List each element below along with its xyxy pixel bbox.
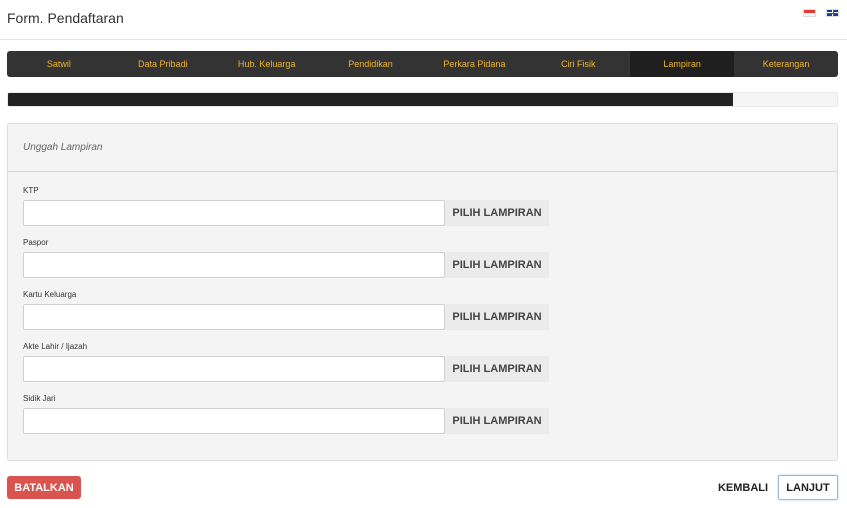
field-label-sidik-jari: Sidik Jari: [23, 394, 56, 403]
field-ktp: KTP PILIH LAMPIRAN: [23, 186, 549, 226]
tab-ciri-fisik[interactable]: Ciri Fisik: [526, 51, 630, 77]
next-button[interactable]: LANJUT: [778, 475, 838, 500]
progress-bar-fill: [8, 93, 734, 106]
field-label-paspor: Paspor: [23, 238, 49, 247]
language-switcher: [803, 9, 839, 17]
panel-heading: Unggah Lampiran: [8, 124, 837, 172]
pick-ktp-button[interactable]: PILIH LAMPIRAN: [445, 200, 549, 226]
cancel-button[interactable]: BATALKAN: [7, 476, 81, 499]
page-title: Form. Pendaftaran: [7, 10, 124, 26]
field-label-akte-lahir: Akte Lahir / Ijazah: [23, 342, 88, 351]
kartu-keluarga-file-input[interactable]: [23, 304, 445, 330]
panel-title: Unggah Lampiran: [23, 142, 103, 153]
tab-lampiran[interactable]: Lampiran: [630, 51, 735, 77]
field-sidik-jari: Sidik Jari PILIH LAMPIRAN: [23, 394, 549, 434]
field-label-kartu-keluarga: Kartu Keluarga: [23, 290, 77, 299]
page-header: Form. Pendaftaran: [0, 0, 847, 40]
pick-sidik-jari-button[interactable]: PILIH LAMPIRAN: [445, 408, 549, 434]
back-button[interactable]: KEMBALI: [712, 476, 774, 499]
tab-keterangan[interactable]: Keterangan: [734, 51, 838, 77]
attachment-panel: Unggah Lampiran KTP PILIH LAMPIRAN Paspo…: [7, 123, 838, 461]
akte-lahir-file-input[interactable]: [23, 356, 445, 382]
pick-akte-lahir-button[interactable]: PILIH LAMPIRAN: [445, 356, 549, 382]
tab-data-pribadi[interactable]: Data Pribadi: [111, 51, 215, 77]
field-akte-lahir: Akte Lahir / Ijazah PILIH LAMPIRAN: [23, 342, 549, 382]
sidik-jari-file-input[interactable]: [23, 408, 445, 434]
indonesia-flag-icon[interactable]: [803, 9, 816, 17]
field-paspor: Paspor PILIH LAMPIRAN: [23, 238, 549, 278]
form-step-tabs: Satwil Data Pribadi Hub. Keluarga Pendid…: [7, 51, 838, 77]
pick-paspor-button[interactable]: PILIH LAMPIRAN: [445, 252, 549, 278]
field-label-ktp: KTP: [23, 186, 39, 195]
uk-flag-icon[interactable]: [826, 9, 839, 17]
tab-pendidikan[interactable]: Pendidikan: [319, 51, 423, 77]
pick-kartu-keluarga-button[interactable]: PILIH LAMPIRAN: [445, 304, 549, 330]
progress-bar: [7, 92, 838, 107]
ktp-file-input[interactable]: [23, 200, 445, 226]
tab-perkara-pidana[interactable]: Perkara Pidana: [423, 51, 527, 77]
field-kartu-keluarga: Kartu Keluarga PILIH LAMPIRAN: [23, 290, 549, 330]
paspor-file-input[interactable]: [23, 252, 445, 278]
tab-hub-keluarga[interactable]: Hub. Keluarga: [215, 51, 319, 77]
tab-satwil[interactable]: Satwil: [7, 51, 111, 77]
